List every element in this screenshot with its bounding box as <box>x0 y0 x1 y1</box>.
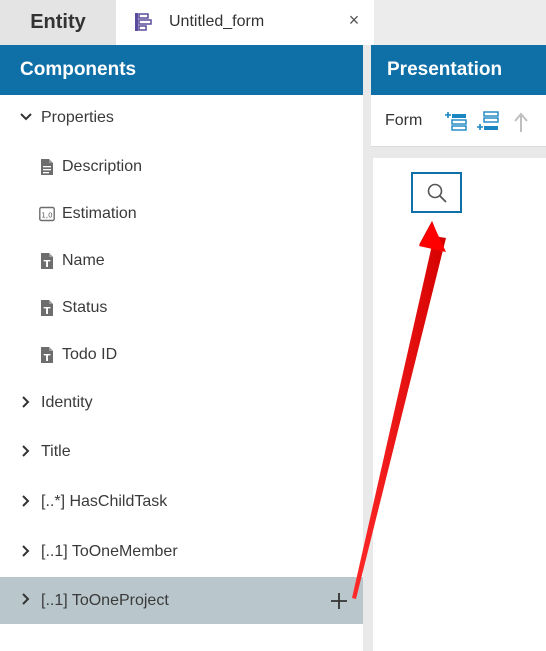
presentation-header: Presentation <box>371 45 546 95</box>
tree-item-label: Name <box>62 252 105 269</box>
tree-item-label: [..1] ToOneProject <box>41 591 169 609</box>
form-canvas[interactable] <box>373 158 546 651</box>
text-document-icon <box>41 159 53 175</box>
chevron-right-icon[interactable] <box>19 444 33 458</box>
text-field-icon: T <box>41 253 53 270</box>
tree-item-label: [..*] HasChildTask <box>41 493 168 510</box>
search-field[interactable] <box>411 172 462 213</box>
svg-text:T: T <box>44 306 51 317</box>
tree-item-status[interactable]: T Status <box>0 285 363 331</box>
tab-untitled-form[interactable]: Untitled_form × <box>116 0 374 45</box>
tree-item-tooneproject[interactable]: [..1] ToOneProject <box>0 577 363 624</box>
tree-item-toonemember[interactable]: [..1] ToOneMember <box>0 529 363 575</box>
presentation-panel: Presentation Form <box>371 45 546 651</box>
tab-form-label: Untitled_form <box>169 13 265 30</box>
add-icon[interactable] <box>329 591 349 611</box>
tree-item-label: Todo ID <box>62 346 118 363</box>
tree-item-properties[interactable]: Properties <box>0 95 363 141</box>
tree-item-label: Properties <box>41 109 114 126</box>
add-row-below-icon[interactable] <box>476 110 500 134</box>
svg-text:1,0: 1,0 <box>41 212 52 220</box>
tree-item-label: Status <box>62 299 108 316</box>
arrow-up-icon[interactable] <box>509 110 533 134</box>
decimal-number-icon: 1,0 <box>39 206 55 222</box>
tree-item-label: Title <box>41 443 71 460</box>
search-icon <box>427 183 447 203</box>
add-row-above-icon[interactable] <box>444 110 468 134</box>
text-field-icon: T <box>41 347 53 364</box>
chevron-right-icon[interactable] <box>19 494 33 508</box>
tree-item-label: Description <box>62 158 143 175</box>
tree-item-haschildtask[interactable]: [..*] HasChildTask <box>0 479 363 525</box>
app-window: Entity Untitled_form × Components Proper… <box>0 0 546 651</box>
form-icon <box>135 13 152 31</box>
svg-text:T: T <box>44 353 51 364</box>
tree-item-name[interactable]: T Name <box>0 238 363 284</box>
components-panel: Components Properties Description 1,0 Es… <box>0 45 363 651</box>
chevron-right-icon[interactable] <box>19 592 33 606</box>
tree-item-label: Estimation <box>62 205 137 222</box>
chevron-right-icon[interactable] <box>19 544 33 558</box>
tree-item-estimation[interactable]: 1,0 Estimation <box>0 191 363 237</box>
tree-item-label: Identity <box>41 394 93 411</box>
toolbar-form-label: Form <box>385 112 423 129</box>
chevron-down-icon[interactable] <box>19 110 33 124</box>
tree-item-title[interactable]: Title <box>0 429 363 475</box>
svg-text:T: T <box>44 259 51 270</box>
tree-item-description[interactable]: Description <box>0 144 363 190</box>
presentation-toolbar: Form <box>371 95 546 147</box>
tab-entity[interactable]: Entity <box>0 0 116 45</box>
text-field-icon: T <box>41 300 53 317</box>
components-header: Components <box>0 45 363 95</box>
close-icon[interactable]: × <box>344 10 364 31</box>
chevron-right-icon[interactable] <box>19 395 33 409</box>
tree-item-identity[interactable]: Identity <box>0 380 363 426</box>
tab-bar: Entity Untitled_form × <box>0 0 546 45</box>
tree-item-todo-id[interactable]: T Todo ID <box>0 332 363 378</box>
tree-item-label: [..1] ToOneMember <box>41 543 178 560</box>
